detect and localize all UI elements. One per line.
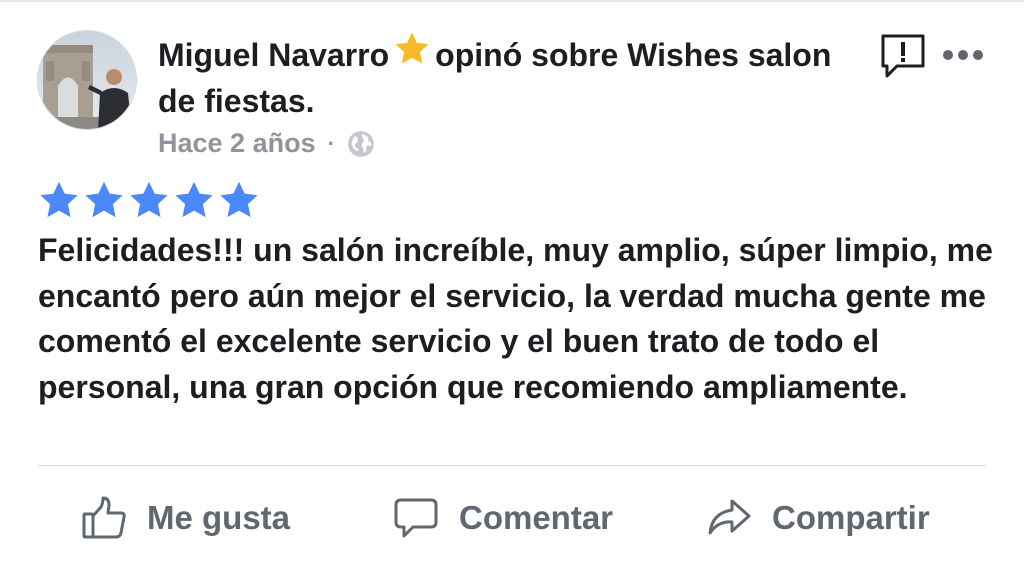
- star-icon: [220, 181, 258, 218]
- star-icon: [40, 181, 78, 218]
- star-icon: [395, 32, 429, 64]
- review-text: Felicidades!!! un salón increíble, muy a…: [38, 232, 993, 405]
- action-bar: Me gusta Comentar Compartir: [0, 488, 1024, 548]
- more-icon[interactable]: [942, 48, 984, 62]
- share-arrow-icon: [708, 499, 751, 535]
- star-icon: [130, 181, 168, 218]
- timestamp[interactable]: Hace 2 años: [158, 128, 316, 159]
- avatar[interactable]: [37, 30, 137, 130]
- star-icon: [85, 181, 123, 218]
- comment-button[interactable]: Comentar: [393, 488, 613, 548]
- rating-stars: [38, 180, 263, 222]
- like-button[interactable]: Me gusta: [81, 488, 290, 548]
- divider: [38, 465, 986, 466]
- comment-bubble-icon: [394, 498, 438, 538]
- report-icon[interactable]: [879, 33, 927, 81]
- post-meta: Hace 2 años ·: [158, 128, 375, 159]
- review-verb: opinó sobre: [435, 37, 619, 73]
- review-post: Miguel Navarro opinó sobre Wishes salon d…: [0, 0, 1024, 564]
- like-label: Me gusta: [147, 499, 291, 536]
- post-header: Miguel Navarro opinó sobre Wishes salon d…: [158, 30, 858, 124]
- top-divider: [0, 0, 1024, 2]
- star-icon: [175, 181, 213, 218]
- thumbs-up-icon: [82, 496, 126, 539]
- meta-separator: ·: [327, 130, 335, 156]
- share-label: Compartir: [772, 499, 930, 536]
- globe-icon: [348, 130, 374, 157]
- author-name[interactable]: Miguel Navarro: [158, 37, 389, 73]
- comment-label: Comentar: [459, 499, 614, 536]
- avatar-photo: [38, 31, 136, 129]
- share-button[interactable]: Compartir: [706, 488, 930, 548]
